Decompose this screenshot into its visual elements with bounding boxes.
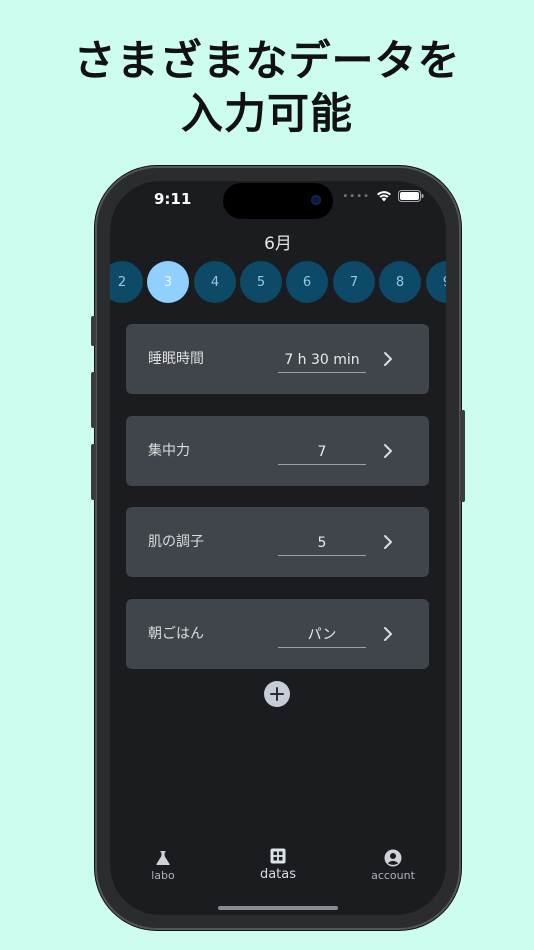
headline-line-1: さまざまなデータを [73,36,461,85]
bottom-nav: labo datas account [110,841,446,901]
power-button [460,410,465,502]
day-6[interactable]: 6 [286,261,328,303]
headline-line-2: 入力可能 [180,89,353,138]
nav-labo[interactable]: labo [123,847,203,882]
action-button [91,316,96,346]
chevron-right-icon[interactable] [383,443,393,459]
record-value-input[interactable]: 7 [278,442,366,465]
record-label: 集中力 [148,443,190,459]
day-label: 8 [395,274,405,290]
nav-datas-label: datas [259,867,297,882]
day-label: 7 [349,274,359,290]
record-label: 朝ごはん [148,626,204,642]
day-label: 6 [302,274,312,290]
add-record-button[interactable] [264,681,290,707]
phone-screen: 9:11 •••• 6月 2 3 4 5 6 7 8 9 睡眠時間 7 h 30… [110,181,446,915]
record-card-breakfast[interactable]: 朝ごはん パン [126,599,429,669]
account-circle-icon [384,849,402,867]
grid-icon [270,848,286,864]
record-value-input[interactable]: 7 h 30 min [278,350,366,373]
day-7[interactable]: 7 [333,261,375,303]
record-card-skin[interactable]: 肌の調子 5 [126,507,429,577]
nav-account-label: account [371,869,415,882]
day-selector[interactable]: 2 3 4 5 6 7 8 9 [110,261,446,303]
record-label: 睡眠時間 [148,351,204,367]
chevron-right-icon[interactable] [383,626,393,642]
day-4[interactable]: 4 [194,261,236,303]
camera-icon [311,195,321,205]
chevron-right-icon[interactable] [383,534,393,550]
record-card-sleep[interactable]: 睡眠時間 7 h 30 min [126,324,429,394]
headline: さまざまなデータを 入力可能 [0,34,534,140]
day-3-selected[interactable]: 3 [147,261,189,303]
record-value-input[interactable]: パン [278,625,366,648]
status-icons: •••• [342,190,424,202]
day-label: 5 [256,274,266,290]
day-label: 2 [117,274,127,290]
record-value-input[interactable]: 5 [278,533,366,556]
signal-icon: •••• [342,190,370,202]
status-time: 9:11 [154,190,192,208]
volume-down-button [91,444,96,500]
wifi-icon [377,191,391,202]
battery-icon [398,190,424,202]
dynamic-island [223,183,333,219]
day-9[interactable]: 9 [426,261,446,303]
volume-up-button [91,372,96,428]
nav-datas[interactable]: datas [238,845,318,882]
plus-icon [270,687,284,701]
day-2[interactable]: 2 [110,261,143,303]
month-label: 6月 [264,234,292,254]
home-indicator [218,906,338,910]
record-card-focus[interactable]: 集中力 7 [126,416,429,486]
day-label: 9 [443,275,446,290]
day-label: 4 [210,274,220,290]
day-label: 3 [163,274,173,290]
day-5[interactable]: 5 [240,261,282,303]
record-label: 肌の調子 [148,534,204,550]
nav-labo-label: labo [151,869,175,882]
chevron-right-icon[interactable] [383,351,393,367]
flask-icon [156,851,170,865]
day-8[interactable]: 8 [379,261,421,303]
nav-account[interactable]: account [353,847,433,882]
